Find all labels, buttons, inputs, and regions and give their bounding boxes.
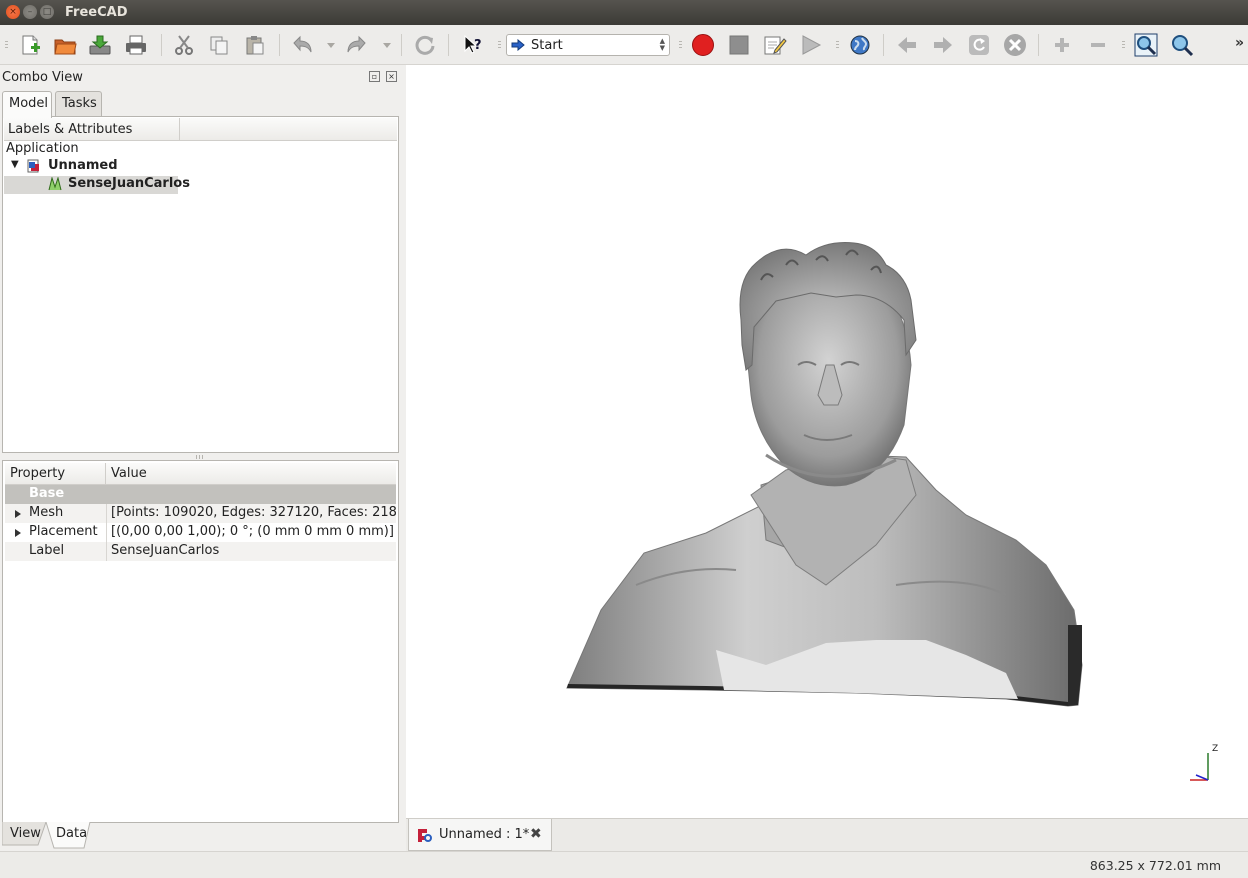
tree-item-document[interactable]: Unnamed [48,158,118,176]
property-key: Mesh [29,505,64,520]
toolbar-separator [448,34,449,56]
forward-icon[interactable] [931,33,955,57]
web-browser-icon[interactable] [848,33,872,57]
close-panel-button[interactable]: × [386,71,397,82]
whats-this-icon[interactable]: ? [461,33,485,57]
mesh-bust-render[interactable] [406,65,1248,818]
property-key: Placement [29,524,98,539]
window-minimize-button[interactable]: – [23,5,37,19]
panel-splitter-handle[interactable] [196,455,204,459]
workbench-selector-value: Start [531,37,563,53]
execute-macro-icon[interactable] [799,33,823,57]
fit-all-icon[interactable] [1134,33,1158,57]
3d-viewport[interactable]: Z [406,65,1248,818]
axis-label-z: Z [1212,744,1219,754]
toolbar-grip[interactable] [5,41,8,49]
property-value[interactable]: [(0,00 0,00 1,00); 0 °; (0 mm 0 mm 0 mm)… [106,523,396,542]
back-icon[interactable] [895,33,919,57]
property-row-mesh[interactable]: Mesh [Points: 109020, Edges: 327120, Fac… [5,504,396,523]
float-panel-button[interactable]: ▫ [369,71,380,82]
property-row-label[interactable]: Label SenseJuanCarlos [5,542,396,561]
document-icon [27,159,41,177]
record-macro-icon[interactable] [691,33,715,57]
tree-header-filler [180,118,397,141]
status-bar: 863.25 x 772.01 mm [0,851,1248,878]
new-document-icon[interactable] [18,33,42,57]
edit-macro-icon[interactable] [763,33,787,57]
property-group-label: Base [29,486,65,501]
stop-icon[interactable] [1003,33,1027,57]
cut-icon[interactable] [172,33,196,57]
start-arrow-icon [511,39,525,51]
toolbar-overflow-chevron[interactable]: » [1235,35,1244,51]
property-row-placement[interactable]: Placement [(0,00 0,00 1,00); 0 °; (0 mm … [5,523,396,542]
toolbar-separator [161,34,162,56]
property-key: Label [29,543,65,558]
toolbar-grip[interactable] [498,41,501,49]
reload-icon[interactable] [967,33,991,57]
property-value[interactable]: SenseJuanCarlos [106,542,396,561]
tab-tasks[interactable]: Tasks [55,91,102,116]
tree-item-object[interactable]: SenseJuanCarlos [68,176,190,194]
open-folder-icon[interactable] [53,33,77,57]
view-dimensions: 863.25 x 772.01 mm [1089,858,1221,873]
paste-icon[interactable] [243,33,267,57]
toolbar-separator [279,34,280,56]
freecad-document-icon [418,829,432,842]
print-icon[interactable] [124,33,148,57]
tab-model[interactable]: Model [2,91,52,118]
toolbar-grip[interactable] [679,41,682,49]
close-tab-icon[interactable]: ✖ [530,826,542,842]
spinner-arrows-icon: ▲ ▼ [659,37,665,52]
main-toolbar: ? Start ▲ ▼ » [0,25,1248,65]
redo-dropdown-arrow[interactable] [383,43,391,48]
tree-root-label: Application [6,141,79,156]
toolbar-separator [1038,34,1039,56]
window-title: FreeCAD [65,5,128,20]
svg-text:?: ? [474,38,482,53]
undo-dropdown-arrow[interactable] [327,43,335,48]
value-column-header[interactable]: Value [105,463,396,485]
stop-macro-icon[interactable] [727,33,751,57]
model-tree: Labels & Attributes Application ▼ Unname… [2,116,399,453]
tab-data[interactable]: Data [50,822,93,848]
workbench-selector[interactable]: Start ▲ ▼ [506,34,670,56]
window-maximize-button[interactable]: □ [40,5,54,19]
toolbar-separator [401,34,402,56]
toolbar-grip[interactable] [1122,41,1125,49]
property-editor: Property Value Base Mesh [Points: 109020… [2,460,399,823]
fit-selection-icon[interactable] [1170,33,1194,57]
import-icon[interactable] [88,33,112,57]
tree-column-header[interactable]: Labels & Attributes [4,118,180,141]
toolbar-grip[interactable] [836,41,839,49]
property-group-row[interactable]: Base [5,485,396,504]
toolbar-separator [883,34,884,56]
refresh-icon[interactable] [413,33,437,57]
redo-icon[interactable] [345,33,369,57]
document-tab-label: Unnamed : 1* [439,827,530,842]
zoom-in-icon[interactable] [1050,33,1074,57]
copy-icon[interactable] [207,33,231,57]
undo-icon[interactable] [290,33,314,57]
property-column-header[interactable]: Property [5,463,105,485]
document-tab[interactable]: Unnamed : 1* ✖ [408,819,552,851]
window-close-button[interactable]: × [6,5,20,19]
property-value[interactable]: [Points: 109020, Edges: 327120, Faces: 2… [106,504,396,523]
tab-view[interactable]: View [4,822,47,848]
mesh-icon [47,176,62,195]
combo-view-title: Combo View [2,70,83,85]
expand-arrow-icon[interactable]: ▼ [11,159,19,177]
document-tab-bar: Unnamed : 1* ✖ [406,818,1248,851]
title-bar: × – □ FreeCAD [0,0,1248,25]
zoom-out-icon[interactable] [1086,33,1110,57]
